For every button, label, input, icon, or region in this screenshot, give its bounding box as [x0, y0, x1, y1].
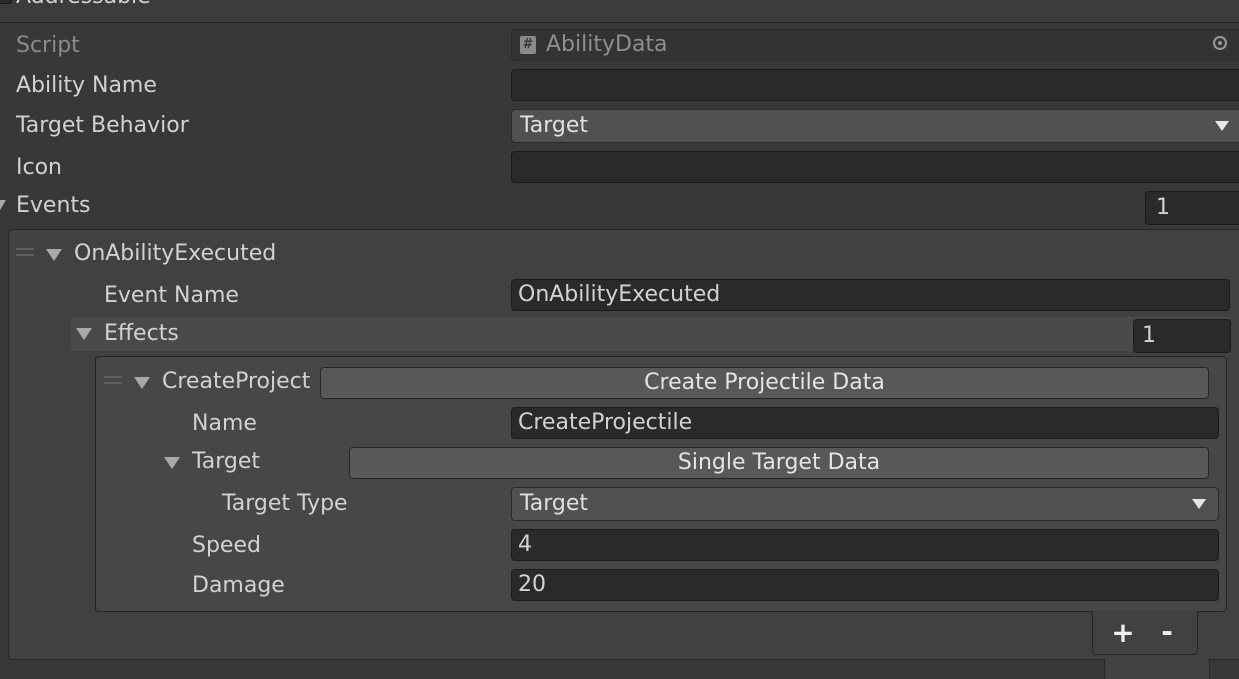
- effect-type-button[interactable]: Create Projectile Data: [320, 367, 1209, 399]
- script-label: Script: [16, 33, 80, 58]
- effect-name-input[interactable]: CreateProjectile: [511, 407, 1219, 439]
- target-type-label: Target Type: [222, 491, 348, 516]
- target-behavior-value: Target: [520, 113, 589, 138]
- events-foldout-icon[interactable]: [0, 200, 6, 210]
- target-behavior-label: Target Behavior: [16, 113, 189, 138]
- ability-name-input[interactable]: [511, 69, 1239, 101]
- object-picker-icon[interactable]: [1213, 36, 1227, 50]
- effect-name-label: Name: [192, 411, 257, 436]
- effects-count-input[interactable]: 1: [1133, 319, 1231, 353]
- events-label[interactable]: Events: [16, 191, 91, 221]
- addressable-checkbox[interactable]: [0, 0, 12, 4]
- effects-label: Effects: [104, 321, 179, 346]
- ability-name-label: Ability Name: [16, 73, 157, 98]
- event-name-label: Event Name: [104, 283, 239, 308]
- script-value: AbilityData: [546, 32, 668, 57]
- events-footer: [1104, 659, 1210, 679]
- add-element-button[interactable]: +: [1110, 617, 1136, 649]
- list-footer: [1092, 611, 1198, 655]
- target-type-dropdown-arrow-icon: [1192, 499, 1206, 509]
- icon-label: Icon: [16, 155, 62, 180]
- effects-header[interactable]: [71, 317, 1231, 351]
- target-behavior-dropdown[interactable]: Target: [511, 109, 1239, 143]
- target-type-button[interactable]: Single Target Data: [349, 447, 1209, 479]
- target-label: Target: [192, 449, 261, 474]
- target-type-value: Target: [520, 491, 589, 516]
- effect-element-title: CreateProject: [162, 369, 311, 394]
- event-name-input[interactable]: OnAbilityExecuted: [511, 279, 1230, 311]
- effect-foldout-icon[interactable]: [134, 377, 150, 389]
- event-element-title: OnAbilityExecuted: [74, 241, 277, 266]
- target-type-dropdown[interactable]: Target: [511, 487, 1219, 521]
- speed-input[interactable]: 4: [511, 529, 1219, 561]
- dropdown-arrow-icon: [1215, 121, 1229, 131]
- header-bar: [0, 0, 1239, 23]
- speed-label: Speed: [192, 533, 261, 558]
- script-hash-icon: #: [520, 36, 536, 54]
- event-foldout-icon[interactable]: [46, 249, 62, 261]
- damage-input[interactable]: 20: [511, 569, 1219, 601]
- remove-element-button[interactable]: -: [1154, 617, 1180, 649]
- addressable-label: Addressable: [16, 0, 151, 12]
- effects-foldout-icon[interactable]: [76, 328, 92, 340]
- effect-drag-handle-icon[interactable]: [104, 376, 122, 384]
- target-foldout-icon[interactable]: [164, 457, 180, 469]
- drag-handle-icon[interactable]: [16, 248, 34, 256]
- damage-label: Damage: [192, 573, 285, 598]
- script-field[interactable]: AbilityData: [511, 29, 1239, 61]
- icon-field[interactable]: [511, 151, 1239, 183]
- events-count-input[interactable]: 1: [1145, 191, 1239, 225]
